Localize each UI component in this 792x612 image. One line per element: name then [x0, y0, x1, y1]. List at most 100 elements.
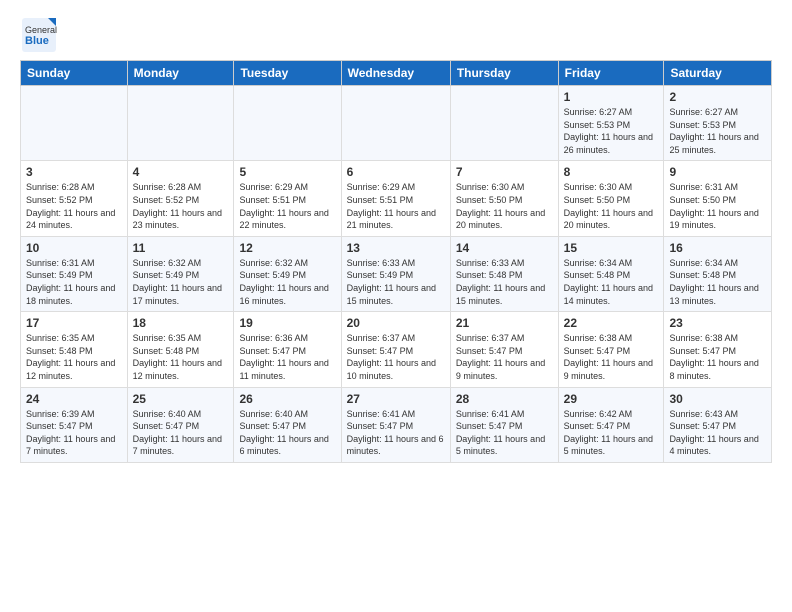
day-info: Sunrise: 6:29 AM Sunset: 5:51 PM Dayligh… [347, 181, 445, 231]
day-info: Sunrise: 6:32 AM Sunset: 5:49 PM Dayligh… [133, 257, 229, 307]
day-number: 12 [239, 241, 335, 255]
day-info: Sunrise: 6:33 AM Sunset: 5:48 PM Dayligh… [456, 257, 553, 307]
day-number: 30 [669, 392, 766, 406]
calendar-cell: 5 Sunrise: 6:29 AM Sunset: 5:51 PM Daylig… [234, 161, 341, 236]
day-info: Sunrise: 6:37 AM Sunset: 5:47 PM Dayligh… [347, 332, 445, 382]
day-number: 1 [564, 90, 659, 104]
day-number: 25 [133, 392, 229, 406]
day-info: Sunrise: 6:35 AM Sunset: 5:48 PM Dayligh… [26, 332, 122, 382]
day-info: Sunrise: 6:38 AM Sunset: 5:47 PM Dayligh… [564, 332, 659, 382]
day-info: Sunrise: 6:27 AM Sunset: 5:53 PM Dayligh… [564, 106, 659, 156]
day-number: 24 [26, 392, 122, 406]
calendar-cell [127, 86, 234, 161]
day-info: Sunrise: 6:40 AM Sunset: 5:47 PM Dayligh… [133, 408, 229, 458]
calendar-cell: 21 Sunrise: 6:37 AM Sunset: 5:47 PM Dayli… [450, 312, 558, 387]
calendar-cell: 15 Sunrise: 6:34 AM Sunset: 5:48 PM Dayli… [558, 236, 664, 311]
day-header-wednesday: Wednesday [341, 61, 450, 86]
day-info: Sunrise: 6:42 AM Sunset: 5:47 PM Dayligh… [564, 408, 659, 458]
calendar-cell: 20 Sunrise: 6:37 AM Sunset: 5:47 PM Dayli… [341, 312, 450, 387]
day-info: Sunrise: 6:41 AM Sunset: 5:47 PM Dayligh… [456, 408, 553, 458]
calendar-header-row: SundayMondayTuesdayWednesdayThursdayFrid… [21, 61, 772, 86]
day-number: 19 [239, 316, 335, 330]
day-number: 20 [347, 316, 445, 330]
calendar-cell: 9 Sunrise: 6:31 AM Sunset: 5:50 PM Daylig… [664, 161, 772, 236]
day-header-tuesday: Tuesday [234, 61, 341, 86]
calendar-cell: 11 Sunrise: 6:32 AM Sunset: 5:49 PM Dayli… [127, 236, 234, 311]
day-info: Sunrise: 6:30 AM Sunset: 5:50 PM Dayligh… [456, 181, 553, 231]
calendar-cell: 19Sunrise: 6:36 AM Sunset: 5:47 PM Dayli… [234, 312, 341, 387]
day-info: Sunrise: 6:43 AM Sunset: 5:47 PM Dayligh… [669, 408, 766, 458]
day-info: Sunrise: 6:31 AM Sunset: 5:49 PM Dayligh… [26, 257, 122, 307]
calendar-cell: 25 Sunrise: 6:40 AM Sunset: 5:47 PM Dayli… [127, 387, 234, 462]
day-info: Sunrise: 6:27 AM Sunset: 5:53 PM Dayligh… [669, 106, 766, 156]
calendar-cell: 27Sunrise: 6:41 AM Sunset: 5:47 PM Dayli… [341, 387, 450, 462]
svg-text:Blue: Blue [25, 35, 49, 47]
week-row-5: 24 Sunrise: 6:39 AM Sunset: 5:47 PM Dayli… [21, 387, 772, 462]
day-info: Sunrise: 6:32 AM Sunset: 5:49 PM Dayligh… [239, 257, 335, 307]
calendar-cell: 22 Sunrise: 6:38 AM Sunset: 5:47 PM Dayli… [558, 312, 664, 387]
calendar-cell: 4 Sunrise: 6:28 AM Sunset: 5:52 PM Daylig… [127, 161, 234, 236]
day-info: Sunrise: 6:35 AM Sunset: 5:48 PM Dayligh… [133, 332, 229, 382]
day-info: Sunrise: 6:33 AM Sunset: 5:49 PM Dayligh… [347, 257, 445, 307]
day-number: 10 [26, 241, 122, 255]
calendar-cell: 1 Sunrise: 6:27 AM Sunset: 5:53 PM Daylig… [558, 86, 664, 161]
day-number: 4 [133, 165, 229, 179]
calendar-cell: 6Sunrise: 6:29 AM Sunset: 5:51 PM Daylig… [341, 161, 450, 236]
day-info: Sunrise: 6:39 AM Sunset: 5:47 PM Dayligh… [26, 408, 122, 458]
calendar-cell: 8Sunrise: 6:30 AM Sunset: 5:50 PM Daylig… [558, 161, 664, 236]
day-header-monday: Monday [127, 61, 234, 86]
day-info: Sunrise: 6:29 AM Sunset: 5:51 PM Dayligh… [239, 181, 335, 231]
day-number: 18 [133, 316, 229, 330]
calendar-cell: 13 Sunrise: 6:33 AM Sunset: 5:49 PM Dayli… [341, 236, 450, 311]
week-row-1: 1 Sunrise: 6:27 AM Sunset: 5:53 PM Daylig… [21, 86, 772, 161]
logo-icon: General Blue [20, 16, 58, 54]
day-info: Sunrise: 6:34 AM Sunset: 5:48 PM Dayligh… [564, 257, 659, 307]
day-number: 27 [347, 392, 445, 406]
calendar-cell: 12 Sunrise: 6:32 AM Sunset: 5:49 PM Dayli… [234, 236, 341, 311]
logo: General Blue [20, 16, 58, 54]
day-number: 21 [456, 316, 553, 330]
day-number: 14 [456, 241, 553, 255]
calendar-cell: 7 Sunrise: 6:30 AM Sunset: 5:50 PM Daylig… [450, 161, 558, 236]
day-number: 17 [26, 316, 122, 330]
day-header-friday: Friday [558, 61, 664, 86]
day-number: 11 [133, 241, 229, 255]
calendar-cell: 26Sunrise: 6:40 AM Sunset: 5:47 PM Dayli… [234, 387, 341, 462]
day-number: 23 [669, 316, 766, 330]
day-header-sunday: Sunday [21, 61, 128, 86]
day-info: Sunrise: 6:31 AM Sunset: 5:50 PM Dayligh… [669, 181, 766, 231]
day-number: 28 [456, 392, 553, 406]
day-number: 5 [239, 165, 335, 179]
calendar-cell [234, 86, 341, 161]
day-number: 2 [669, 90, 766, 104]
calendar-cell: 14 Sunrise: 6:33 AM Sunset: 5:48 PM Dayli… [450, 236, 558, 311]
calendar-cell [21, 86, 128, 161]
week-row-2: 3 Sunrise: 6:28 AM Sunset: 5:52 PM Daylig… [21, 161, 772, 236]
calendar-cell: 10 Sunrise: 6:31 AM Sunset: 5:49 PM Dayli… [21, 236, 128, 311]
day-number: 7 [456, 165, 553, 179]
calendar-cell: 2 Sunrise: 6:27 AM Sunset: 5:53 PM Daylig… [664, 86, 772, 161]
calendar-cell [450, 86, 558, 161]
calendar-cell [341, 86, 450, 161]
calendar-cell: 23Sunrise: 6:38 AM Sunset: 5:47 PM Dayli… [664, 312, 772, 387]
calendar-cell: 28 Sunrise: 6:41 AM Sunset: 5:47 PM Dayli… [450, 387, 558, 462]
day-number: 22 [564, 316, 659, 330]
day-number: 3 [26, 165, 122, 179]
day-number: 9 [669, 165, 766, 179]
calendar-cell: 17 Sunrise: 6:35 AM Sunset: 5:48 PM Dayli… [21, 312, 128, 387]
day-number: 13 [347, 241, 445, 255]
calendar-cell: 18 Sunrise: 6:35 AM Sunset: 5:48 PM Dayli… [127, 312, 234, 387]
calendar-cell: 3 Sunrise: 6:28 AM Sunset: 5:52 PM Daylig… [21, 161, 128, 236]
calendar-cell: 29Sunrise: 6:42 AM Sunset: 5:47 PM Dayli… [558, 387, 664, 462]
day-info: Sunrise: 6:28 AM Sunset: 5:52 PM Dayligh… [26, 181, 122, 231]
day-info: Sunrise: 6:28 AM Sunset: 5:52 PM Dayligh… [133, 181, 229, 231]
calendar-body: 1 Sunrise: 6:27 AM Sunset: 5:53 PM Daylig… [21, 86, 772, 463]
day-info: Sunrise: 6:37 AM Sunset: 5:47 PM Dayligh… [456, 332, 553, 382]
day-number: 15 [564, 241, 659, 255]
day-number: 8 [564, 165, 659, 179]
svg-text:General: General [25, 25, 57, 35]
day-info: Sunrise: 6:40 AM Sunset: 5:47 PM Dayligh… [239, 408, 335, 458]
calendar-cell: 16Sunrise: 6:34 AM Sunset: 5:48 PM Dayli… [664, 236, 772, 311]
day-number: 16 [669, 241, 766, 255]
page-header: General Blue [20, 16, 772, 54]
